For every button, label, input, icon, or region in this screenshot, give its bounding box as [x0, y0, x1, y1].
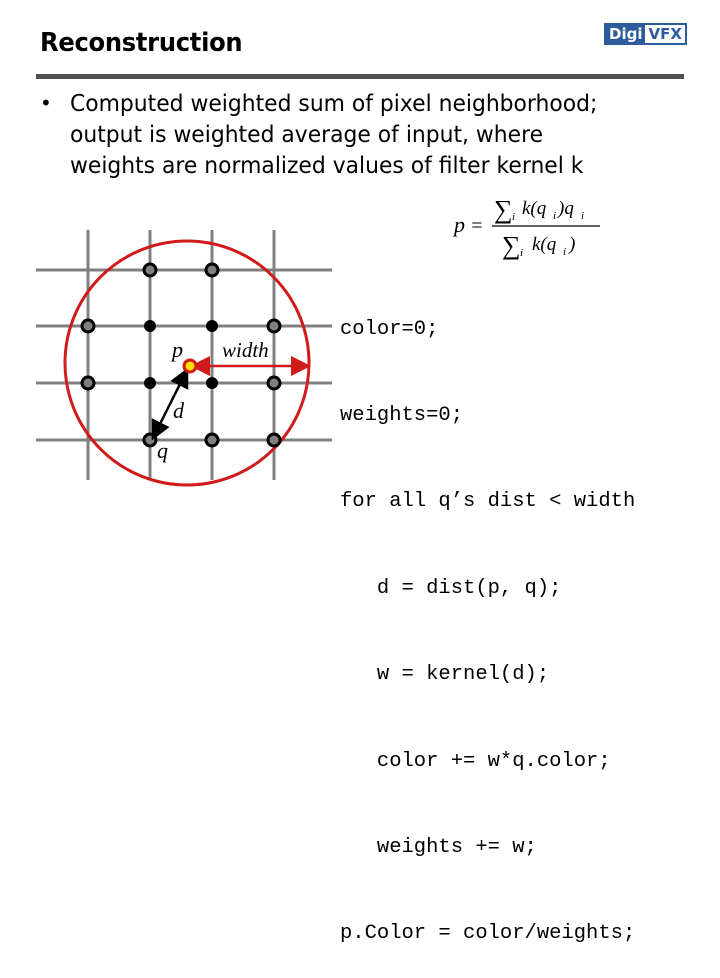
- label-p: p: [170, 337, 183, 362]
- sample-point-outer: [266, 375, 282, 391]
- code-line: weights += w;: [340, 835, 537, 859]
- sample-point-inner: [144, 377, 156, 389]
- sample-point-inner: [144, 320, 156, 332]
- label-width: width: [222, 338, 269, 362]
- code-line: p.Color = color/weights;: [340, 922, 636, 946]
- sample-point-outer: [266, 318, 282, 334]
- center-point-p: [182, 358, 198, 374]
- sample-point-outer: [266, 432, 282, 448]
- pseudocode-block: color=0; weights=0; for all q’s dist < w…: [340, 258, 635, 978]
- sample-point-outer: [80, 318, 96, 334]
- code-line: color += w*q.color;: [340, 749, 611, 773]
- code-line: w = kernel(d);: [340, 663, 550, 687]
- sample-point-outer: [204, 432, 220, 448]
- code-line: color=0;: [340, 317, 439, 341]
- label-q: q: [157, 438, 168, 463]
- code-line: d = dist(p, q);: [340, 576, 562, 600]
- sample-point-outer: [80, 375, 96, 391]
- sample-point-outer: [204, 262, 220, 278]
- sample-point-outer: [142, 262, 158, 278]
- pixel-grid: [36, 230, 332, 480]
- code-line: for all q’s dist < width: [340, 490, 636, 514]
- sample-point-inner: [206, 377, 218, 389]
- sample-point-inner: [206, 320, 218, 332]
- label-d: d: [173, 398, 185, 423]
- code-line: weights=0;: [340, 403, 464, 427]
